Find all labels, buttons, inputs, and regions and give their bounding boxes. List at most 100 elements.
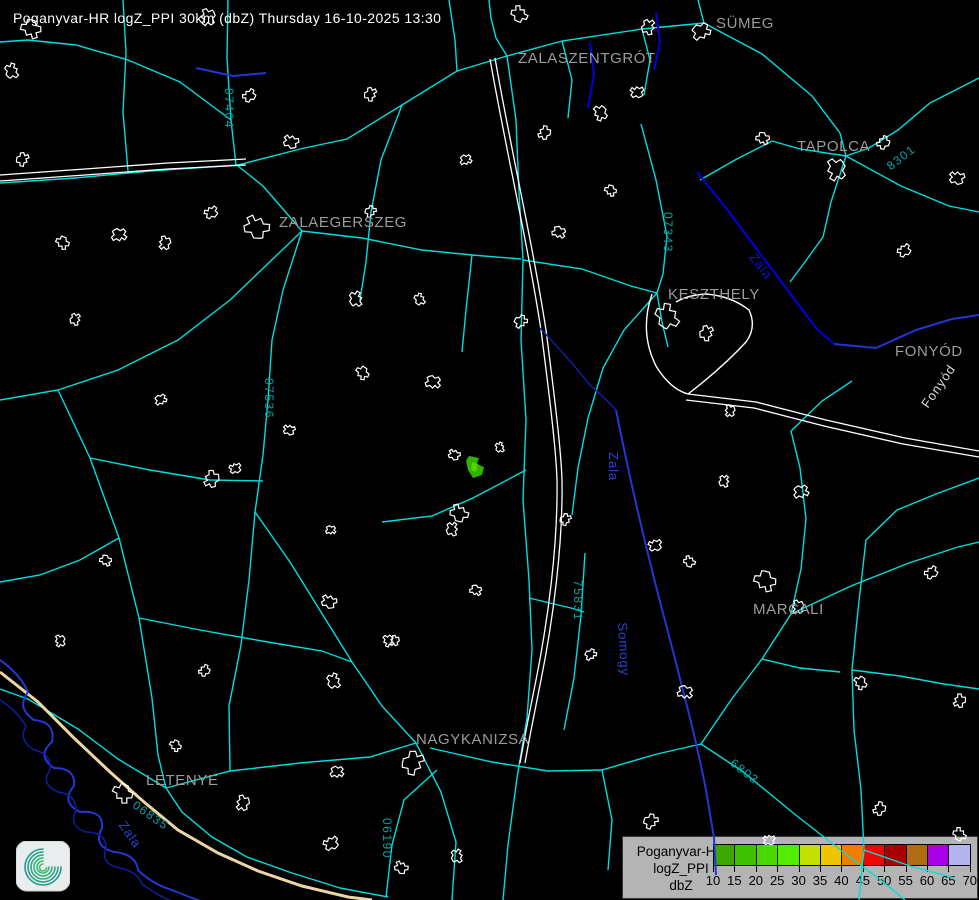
settlement-outline xyxy=(873,801,886,815)
settlement-outline xyxy=(923,564,939,581)
map-road-line xyxy=(360,105,402,300)
map-road-line xyxy=(562,41,572,118)
map-road-line xyxy=(382,470,526,522)
map-road-line xyxy=(866,478,979,540)
radar-viewer: Poganyvar-HR logZ_PPI dbZ 10152025303540… xyxy=(0,0,979,900)
settlement-outline xyxy=(761,832,777,848)
settlement-outline xyxy=(820,154,850,184)
map-road-line xyxy=(852,670,979,689)
settlement-outline xyxy=(346,289,367,310)
page-title: Poganyvar-HR logZ_PPI 30km (dbZ) Thursda… xyxy=(13,10,441,26)
settlement-outline xyxy=(282,132,301,151)
settlement-outline xyxy=(698,324,716,342)
settlement-outline xyxy=(227,460,243,476)
map-road-line xyxy=(700,141,772,180)
map-rail-line xyxy=(686,400,979,457)
settlement-outline xyxy=(716,473,732,489)
settlement-outline xyxy=(281,422,297,437)
map-road-line xyxy=(762,659,840,672)
map-road-line xyxy=(139,618,352,662)
settlement-outline xyxy=(110,782,134,805)
hungaromet-spiral-logo xyxy=(16,841,70,898)
settlement-outline xyxy=(156,234,173,252)
settlement-outline xyxy=(320,592,339,611)
settlement-outline xyxy=(168,739,182,753)
map-road-line xyxy=(58,390,166,788)
settlement-outline xyxy=(896,242,913,259)
map-road-line xyxy=(489,0,507,56)
settlement-outline xyxy=(458,152,474,168)
settlement-outline xyxy=(363,86,378,102)
settlement-outline xyxy=(52,633,68,649)
map-road-line xyxy=(90,458,263,481)
settlement-outline xyxy=(952,826,968,842)
map-rail-line xyxy=(688,394,979,451)
map-road-line xyxy=(641,124,667,293)
map-rail-line xyxy=(495,58,562,763)
settlement-outline xyxy=(324,671,345,691)
settlement-outline xyxy=(643,813,659,830)
settlement-outline xyxy=(198,663,211,677)
settlement-outline xyxy=(947,167,967,187)
map-road-line xyxy=(602,770,612,870)
settlement-outline xyxy=(16,152,30,167)
settlement-outline xyxy=(153,392,169,408)
map-road-line xyxy=(852,540,866,900)
map-road-line xyxy=(0,40,231,120)
map-road-line xyxy=(449,0,457,71)
settlement-outline xyxy=(468,583,483,597)
map-road-line xyxy=(302,231,521,259)
settlement-outline xyxy=(324,523,338,537)
settlement-outline xyxy=(604,185,617,197)
settlement-outline xyxy=(791,482,812,503)
map-road-line xyxy=(846,78,979,156)
settlement-outline xyxy=(68,312,83,327)
map-road-line xyxy=(255,231,302,512)
settlement-outline xyxy=(321,833,341,853)
settlement-outline xyxy=(2,61,23,81)
map-road-line xyxy=(430,744,701,771)
map-road-line xyxy=(529,598,584,612)
settlement-outline xyxy=(423,372,444,392)
map-road-line xyxy=(698,0,704,23)
settlement-outline xyxy=(876,135,890,150)
map-road-line xyxy=(791,542,979,614)
settlement-outline xyxy=(510,4,530,23)
map-brightriver-line xyxy=(654,12,660,70)
settlement-outline xyxy=(394,860,409,875)
map-road-line xyxy=(255,512,416,743)
map-road-line xyxy=(0,538,119,582)
settlement-outline xyxy=(683,555,695,567)
map-road-line xyxy=(386,770,437,897)
settlement-outline xyxy=(550,224,567,241)
map-road-line xyxy=(701,744,905,900)
radar-map xyxy=(0,0,979,900)
settlement-outline xyxy=(493,440,507,454)
settlement-outline xyxy=(443,520,461,539)
map-river-line xyxy=(196,68,266,76)
settlement-outline xyxy=(99,554,112,567)
settlement-outline xyxy=(755,131,770,146)
map-road-line xyxy=(790,156,846,282)
map-road-line xyxy=(772,141,846,156)
map-road-line xyxy=(642,29,650,95)
map-brightriver-line xyxy=(697,172,834,344)
settlement-outline xyxy=(537,125,551,139)
map-road-line xyxy=(229,512,255,771)
settlement-outline xyxy=(646,535,665,554)
map-road-line xyxy=(166,743,416,788)
map-road-line xyxy=(572,293,657,515)
map-road-line xyxy=(701,431,806,744)
settlement-outline xyxy=(241,87,257,104)
settlement-outline xyxy=(753,571,776,593)
map-road-line xyxy=(462,255,472,352)
settlement-outline xyxy=(952,693,968,709)
settlement-outline xyxy=(851,674,869,691)
settlement-outline xyxy=(412,292,428,307)
map-brightriver-line xyxy=(588,42,594,108)
map-road-line xyxy=(0,23,704,183)
settlement-outline xyxy=(590,103,611,123)
map-river-line xyxy=(834,315,979,348)
settlement-outline xyxy=(447,447,462,461)
map-road-line xyxy=(864,850,955,878)
